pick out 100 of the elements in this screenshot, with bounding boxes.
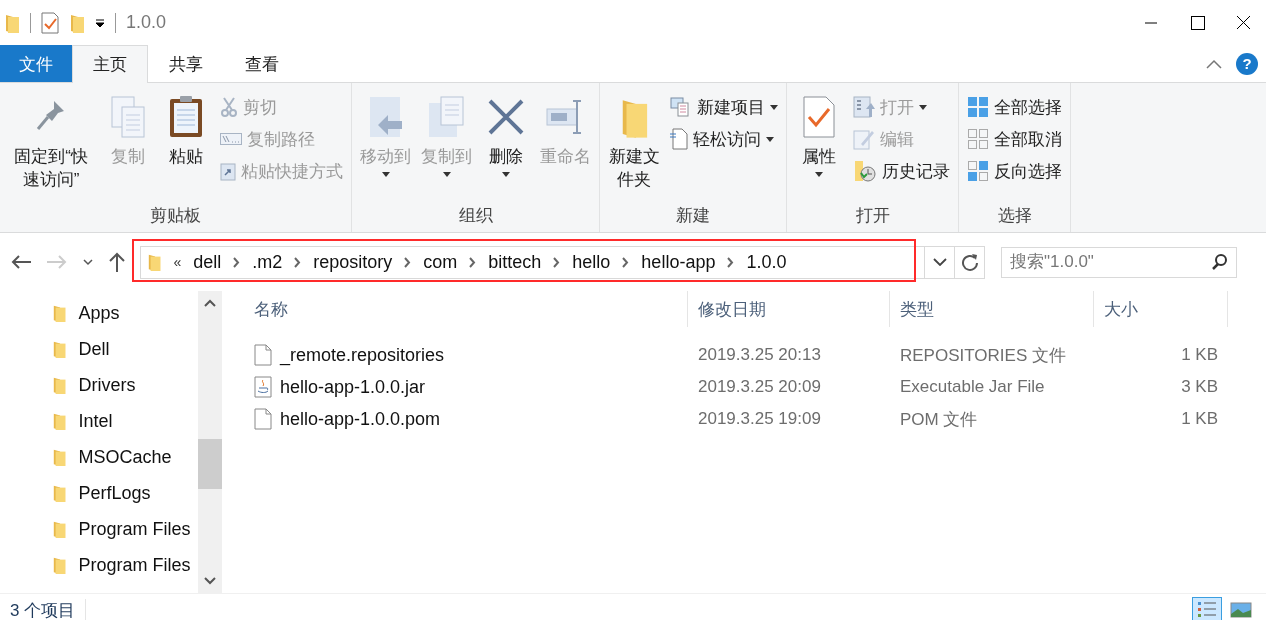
table-cell-text: 2019.3.25 19:09 bbox=[697, 409, 822, 429]
scroll-down-icon[interactable] bbox=[204, 577, 216, 585]
java-file-icon bbox=[254, 376, 272, 398]
group-label: 剪贴板 bbox=[149, 205, 202, 227]
folder-icon bbox=[52, 448, 67, 466]
address-bar[interactable]: « dell .m2 repository com bittech hello hello-app 1.0.0 bbox=[140, 245, 925, 279]
item-count: 3 个项目 bbox=[10, 598, 87, 620]
breadcrumb[interactable]: hello-app bbox=[641, 251, 716, 273]
breadcrumb[interactable]: dell bbox=[193, 251, 222, 273]
folder-icon bbox=[52, 520, 67, 538]
scrollbar-thumb[interactable] bbox=[198, 439, 222, 489]
ribbon-tab[interactable]: 文件 bbox=[0, 45, 72, 82]
shortcut-icon bbox=[220, 161, 236, 181]
breadcrumb[interactable]: com bbox=[423, 251, 458, 273]
table-cell-text: 2019.3.25 20:13 bbox=[697, 345, 822, 365]
sidebar-item[interactable]: Drivers bbox=[78, 374, 136, 396]
customize-caret-icon[interactable] bbox=[95, 17, 105, 28]
sidebar-item[interactable]: PerfLogs bbox=[78, 482, 151, 504]
select-all-icon bbox=[967, 96, 989, 118]
ribbon-tab[interactable]: 主页 bbox=[72, 45, 148, 83]
column-header[interactable]: 大小 bbox=[1094, 291, 1228, 327]
copy-icon bbox=[108, 95, 148, 139]
chevron-icon bbox=[233, 256, 241, 268]
copy-icon bbox=[426, 95, 467, 139]
checkmark-document-icon bbox=[802, 95, 836, 139]
refresh-button[interactable] bbox=[955, 245, 985, 279]
table-cell-text: REPOSITORIES 文件 bbox=[899, 344, 1067, 367]
ribbon-button[interactable]: 新建项目 bbox=[666, 91, 782, 123]
table-cell-text: 3 KB bbox=[1180, 377, 1219, 397]
delete-icon bbox=[486, 97, 526, 137]
chevron-icon bbox=[727, 256, 735, 268]
details-view-button[interactable] bbox=[1192, 597, 1222, 620]
table-cell-text: 1 KB bbox=[1180, 345, 1219, 365]
ribbon-button[interactable]: 固定到“快速访问” bbox=[4, 87, 98, 204]
sidebar-item[interactable]: Dell bbox=[78, 338, 110, 360]
ribbon-tab[interactable]: 共享 bbox=[148, 45, 224, 82]
sidebar-item[interactable]: Program Files bbox=[78, 518, 191, 540]
search-field[interactable]: 搜索"1.0.0" bbox=[1001, 246, 1237, 278]
folder-icon bbox=[52, 304, 67, 322]
ribbon-button[interactable]: 全部选择 bbox=[963, 91, 1066, 123]
open-icon bbox=[853, 96, 875, 118]
file-name[interactable]: hello-app-1.0.0.jar bbox=[280, 376, 426, 398]
table-cell-text: 1 KB bbox=[1180, 409, 1219, 429]
ribbon-button[interactable]: 历史记录 bbox=[849, 155, 954, 187]
table-cell-text: 2019.3.25 20:09 bbox=[697, 377, 822, 397]
column-header[interactable]: 名称 bbox=[244, 291, 688, 327]
sidebar-item[interactable]: Intel bbox=[78, 410, 113, 432]
new-item-icon bbox=[670, 97, 692, 117]
breadcrumb[interactable]: repository bbox=[313, 251, 393, 273]
group-label: 选择 bbox=[996, 205, 1033, 227]
ribbon-button[interactable]: 轻松访问 bbox=[666, 123, 782, 155]
sidebar-item[interactable]: Program Files bbox=[78, 554, 191, 576]
sidebar-item[interactable]: Apps bbox=[78, 302, 120, 324]
group-label: 打开 bbox=[854, 205, 891, 227]
ribbon-button[interactable]: 反向选择 bbox=[963, 155, 1066, 187]
file-name[interactable]: _remote.repositories bbox=[280, 344, 445, 366]
forward-arrow-icon bbox=[46, 254, 68, 270]
refresh-icon bbox=[960, 253, 979, 271]
folder-icon bbox=[69, 12, 85, 33]
path-icon bbox=[220, 133, 242, 145]
chevron-down-icon bbox=[82, 258, 94, 266]
breadcrumb[interactable]: .m2 bbox=[252, 251, 283, 273]
scissors-icon bbox=[220, 97, 238, 117]
edit-icon bbox=[853, 128, 875, 150]
file-icon bbox=[254, 408, 272, 430]
scroll-up-icon[interactable] bbox=[204, 299, 216, 307]
clipboard-icon bbox=[168, 95, 204, 139]
ribbon-button[interactable]: 全部取消 bbox=[963, 123, 1066, 155]
ribbon-button[interactable]: 属性 bbox=[791, 87, 847, 204]
scrollbar[interactable] bbox=[198, 291, 222, 593]
breadcrumb[interactable]: hello bbox=[572, 251, 611, 273]
file-name[interactable]: hello-app-1.0.0.pom bbox=[280, 408, 441, 430]
ribbon-button[interactable]: 新建文件夹 bbox=[604, 87, 664, 204]
column-header[interactable]: 类型 bbox=[890, 291, 1094, 327]
address-dropdown-button[interactable] bbox=[925, 245, 955, 279]
overflow-chevron[interactable]: « bbox=[173, 254, 182, 270]
help-button[interactable]: ? bbox=[1236, 52, 1258, 75]
back-arrow-icon bbox=[10, 254, 32, 270]
folder-icon bbox=[147, 253, 162, 271]
file-icon bbox=[254, 344, 272, 366]
chevron-down-icon bbox=[932, 258, 947, 266]
breadcrumb[interactable]: 1.0.0 bbox=[746, 251, 787, 273]
breadcrumb[interactable]: bittech bbox=[488, 251, 542, 273]
ribbon-button[interactable]: 删除 bbox=[478, 87, 534, 204]
collapse-ribbon-icon[interactable] bbox=[1206, 58, 1222, 69]
folder-icon bbox=[52, 412, 67, 430]
folder-icon bbox=[52, 484, 67, 502]
chevron-icon bbox=[622, 256, 630, 268]
invert-selection-icon bbox=[967, 160, 989, 182]
chevron-icon bbox=[469, 256, 477, 268]
chevron-icon bbox=[404, 256, 412, 268]
sidebar-item[interactable]: MSOCache bbox=[78, 446, 172, 468]
column-header[interactable]: 修改日期 bbox=[688, 291, 890, 327]
properties-icon[interactable] bbox=[41, 11, 59, 34]
ribbon-button[interactable]: 粘贴 bbox=[158, 87, 214, 204]
up-arrow-icon bbox=[108, 252, 126, 272]
chevron-icon bbox=[553, 256, 561, 268]
window-title: 1.0.0 bbox=[126, 12, 167, 33]
select-none-icon bbox=[967, 128, 989, 150]
ribbon-tab[interactable]: 查看 bbox=[224, 45, 300, 82]
